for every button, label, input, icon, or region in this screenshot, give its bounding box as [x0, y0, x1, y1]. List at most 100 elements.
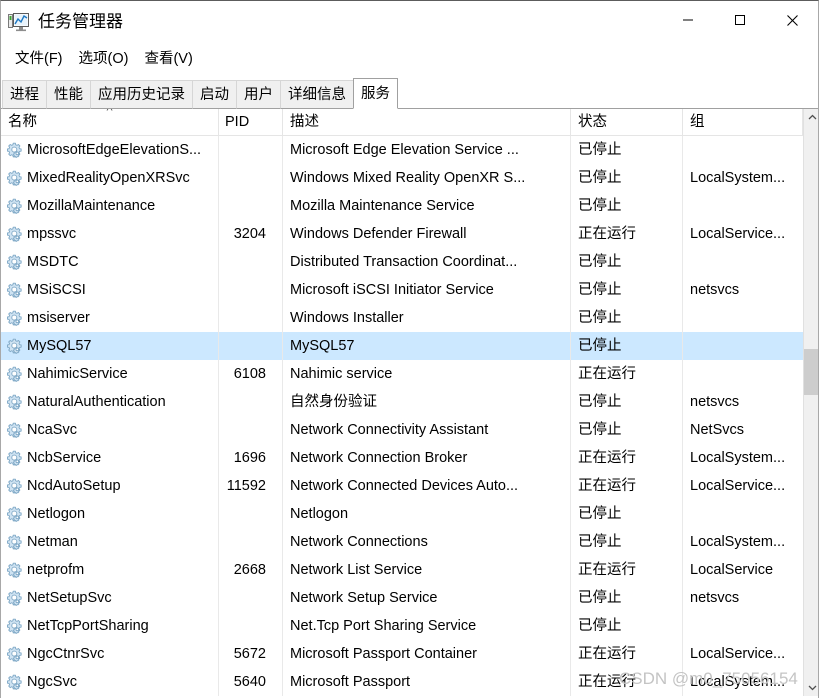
cell-status: 正在运行	[571, 640, 683, 668]
cell-group	[683, 136, 803, 164]
close-button[interactable]	[766, 1, 818, 39]
tab-performance[interactable]: 性能	[46, 80, 91, 109]
cell-pid: 5640	[219, 668, 283, 696]
table-row[interactable]: mpssvc 3204 Windows Defender Firewall 正在运行 L…	[1, 220, 818, 248]
scroll-down-arrow-icon[interactable]	[804, 679, 818, 696]
table-row[interactable]: NaturalAuthentication 自然身份验证 已停止 netsvcs	[1, 388, 818, 416]
cell-status: 已停止	[571, 612, 683, 640]
service-name: NcdAutoSetup	[27, 478, 121, 494]
title-bar: 任务管理器	[1, 1, 818, 47]
service-name: NahimicService	[27, 366, 128, 382]
table-row[interactable]: MSiSCSI Microsoft iSCSI Initiator Service…	[1, 276, 818, 304]
cell-pid	[219, 192, 283, 220]
cell-group	[683, 332, 803, 360]
menu-options[interactable]: 选项(O)	[71, 49, 137, 69]
table-row[interactable]: MySQL57 MySQL57 已停止	[1, 332, 818, 360]
table-row[interactable]: NetSetupSvc Network Setup Service 已停止 netsv…	[1, 584, 818, 612]
column-header-row: 名称 ^ PID 描述 状态 组	[1, 109, 818, 136]
table-row[interactable]: MSDTC Distributed Transaction Coordinat..…	[1, 248, 818, 276]
cell-desc: Windows Installer	[283, 304, 571, 332]
menu-file[interactable]: 文件(F)	[7, 49, 71, 69]
table-row[interactable]: NcbService 1696 Network Connection Broker 正…	[1, 444, 818, 472]
column-header-label: 状态	[578, 114, 607, 130]
table-row[interactable]: MicrosoftEdgeElevationS... Microsoft Edge…	[1, 136, 818, 164]
table-row[interactable]: Netlogon Netlogon 已停止	[1, 500, 818, 528]
tab-list: 进程 性能 应用历史记录 启动 用户 详细信息 服务	[2, 78, 398, 109]
cell-group	[683, 360, 803, 388]
cell-group: netsvcs	[690, 590, 740, 606]
cell-status: 已停止	[571, 164, 683, 192]
cell-status: 已停止	[571, 192, 683, 220]
cell-name: MozillaMaintenance	[1, 192, 219, 220]
tab-users[interactable]: 用户	[236, 80, 281, 109]
cell-pid	[219, 500, 283, 528]
cell-status: 已停止	[571, 500, 683, 528]
tab-services[interactable]: 服务	[353, 78, 398, 109]
cell-desc: Microsoft Passport	[283, 668, 571, 696]
column-header-group[interactable]: 组	[683, 109, 803, 135]
service-name: NaturalAuthentication	[27, 394, 166, 410]
table-row[interactable]: NgcCtnrSvc 5672 Microsoft Passport Contain…	[1, 640, 818, 668]
service-name: Netlogon	[27, 506, 86, 522]
scroll-up-arrow-icon[interactable]	[804, 109, 818, 126]
table-row[interactable]: NcdAutoSetup 11592 Network Connected Devic…	[1, 472, 818, 500]
cell-desc: Microsoft iSCSI Initiator Service	[283, 276, 571, 304]
cell-pid	[219, 248, 283, 276]
cell-status: 已停止	[571, 584, 683, 612]
table-row[interactable]: NahimicService 6108 Nahimic service 正在运行	[1, 360, 818, 388]
tab-details[interactable]: 详细信息	[280, 80, 354, 109]
service-gear-icon	[6, 534, 23, 551]
cell-name: mpssvc	[1, 220, 219, 248]
scrollbar-thumb[interactable]	[804, 349, 818, 395]
cell-pid	[219, 332, 283, 360]
table-row[interactable]: msiserver Windows Installer 已停止	[1, 304, 818, 332]
cell-group	[683, 304, 803, 332]
cell-pid	[219, 164, 283, 192]
cell-status: 已停止	[571, 332, 683, 360]
cell-group	[683, 612, 803, 640]
service-name: NcaSvc	[27, 422, 77, 438]
cell-name: NcdAutoSetup	[1, 472, 219, 500]
cell-status: 已停止	[571, 388, 683, 416]
tab-startup[interactable]: 启动	[192, 80, 237, 109]
cell-group	[683, 500, 803, 528]
cell-desc: Network Setup Service	[283, 584, 571, 612]
minimize-button[interactable]	[662, 1, 714, 39]
cell-desc: Netlogon	[283, 500, 571, 528]
service-gear-icon	[6, 198, 23, 215]
cell-pid	[219, 388, 283, 416]
column-header-name[interactable]: 名称 ^	[1, 109, 219, 135]
service-gear-icon	[6, 422, 23, 439]
table-row[interactable]: Netman Network Connections 已停止 LocalSystem.…	[1, 528, 818, 556]
cell-desc: Mozilla Maintenance Service	[283, 192, 571, 220]
service-name: mpssvc	[27, 226, 77, 242]
column-header-desc[interactable]: 描述	[283, 109, 571, 135]
table-row[interactable]: NetTcpPortSharing Net.Tcp Port Sharing Se…	[1, 612, 818, 640]
cell-pid	[219, 528, 283, 556]
tab-processes[interactable]: 进程	[2, 80, 47, 109]
service-gear-icon	[6, 338, 23, 355]
cell-group: LocalSystem...	[690, 170, 786, 186]
table-row[interactable]: NcaSvc Network Connectivity Assistant 已停止 N…	[1, 416, 818, 444]
menu-view[interactable]: 查看(V)	[136, 49, 200, 69]
service-name: NetTcpPortSharing	[27, 618, 149, 634]
cell-name: Netlogon	[1, 500, 219, 528]
tab-app-history[interactable]: 应用历史记录	[90, 80, 193, 109]
cell-status: 已停止	[571, 416, 683, 444]
vertical-scrollbar[interactable]	[803, 109, 818, 696]
cell-name: NahimicService	[1, 360, 219, 388]
service-gear-icon	[6, 674, 23, 691]
service-gear-icon	[6, 562, 23, 579]
cell-group: LocalService	[690, 562, 774, 578]
taskmanager-chart-icon	[8, 12, 30, 32]
service-gear-icon	[6, 254, 23, 271]
column-header-label: 名称	[8, 114, 37, 130]
column-header-pid[interactable]: PID	[219, 109, 283, 135]
table-row[interactable]: NgcSvc 5640 Microsoft Passport 正在运行 LocalSys…	[1, 668, 818, 696]
table-row[interactable]: MozillaMaintenance Mozilla Maintenance Se…	[1, 192, 818, 220]
maximize-button[interactable]	[714, 1, 766, 39]
cell-name: NgcCtnrSvc	[1, 640, 219, 668]
column-header-status[interactable]: 状态	[571, 109, 683, 135]
table-row[interactable]: MixedRealityOpenXRSvc Windows Mixed Reali…	[1, 164, 818, 192]
table-row[interactable]: netprofm 2668 Network List Service 正在运行 Loca…	[1, 556, 818, 584]
